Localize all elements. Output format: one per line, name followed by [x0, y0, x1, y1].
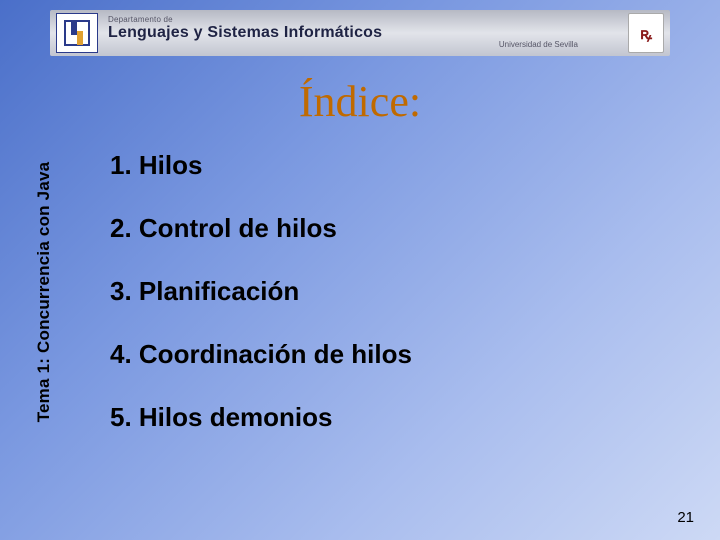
university-crest-icon: ꝶ [628, 13, 664, 53]
sidebar-topic-label: Tema 1: Concurrencia con Java [34, 152, 54, 432]
index-list: 1. Hilos 2. Control de hilos 3. Planific… [110, 150, 680, 465]
list-item: 5. Hilos demonios [110, 402, 680, 433]
header-banner: Departamento de Lenguajes y Sistemas Inf… [50, 10, 670, 56]
list-item: 2. Control de hilos [110, 213, 680, 244]
department-logo-icon [56, 13, 98, 53]
crest-initials: ꝶ [640, 22, 652, 44]
list-item: 4. Coordinación de hilos [110, 339, 680, 370]
banner-university: Universidad de Sevilla [108, 41, 628, 49]
list-item: 1. Hilos [110, 150, 680, 181]
slide-title: Índice: [0, 76, 720, 127]
page-number: 21 [677, 509, 694, 526]
list-item: 3. Planificación [110, 276, 680, 307]
banner-text-block: Departamento de Lenguajes y Sistemas Inf… [108, 16, 628, 50]
banner-main-title: Lenguajes y Sistemas Informáticos [108, 25, 628, 42]
slide: Departamento de Lenguajes y Sistemas Inf… [0, 0, 720, 540]
